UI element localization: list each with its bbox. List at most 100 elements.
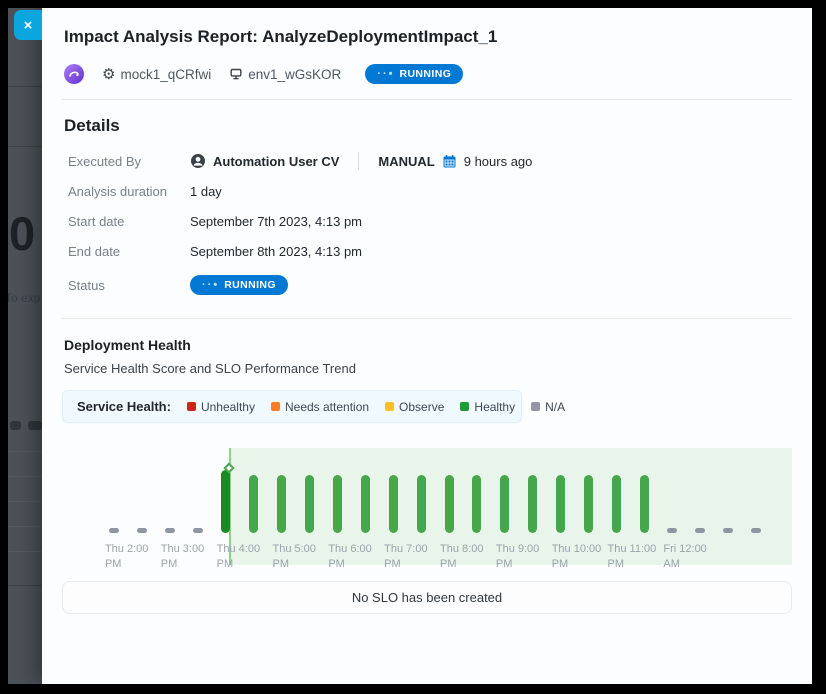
executed-by-user: Automation User CV xyxy=(213,154,339,169)
underlay-divider xyxy=(8,585,42,586)
na-dash[interactable] xyxy=(137,528,147,533)
health-score-bar[interactable] xyxy=(389,475,398,533)
detail-label: Analysis duration xyxy=(68,184,190,199)
legend-item: N/A xyxy=(531,400,565,414)
health-score-bar[interactable] xyxy=(305,475,314,533)
health-score-bar[interactable] xyxy=(612,475,621,533)
underlay-stat-number: 0 xyxy=(9,206,34,261)
chart-slot xyxy=(295,433,323,533)
underlay-row-line xyxy=(8,526,42,527)
chart-slot xyxy=(240,433,268,533)
chart-slot xyxy=(742,433,770,533)
chart-slot: Thu 11:00PM xyxy=(603,433,631,533)
detail-row-start-date: Start date September 7th 2023, 4:13 pm xyxy=(68,206,790,236)
underlay-divider xyxy=(8,146,42,147)
health-score-bar[interactable] xyxy=(249,475,258,533)
detail-label: End date xyxy=(68,244,190,259)
report-meta-row: ⚙ mock1_qCRfwi env1_wGsKOR ··• xyxy=(62,47,792,85)
close-drawer-button[interactable]: × xyxy=(14,10,42,40)
health-score-bar[interactable] xyxy=(221,470,230,533)
environment-icon xyxy=(229,67,243,81)
legend-item: Healthy xyxy=(460,400,515,414)
health-score-bar[interactable] xyxy=(361,475,370,533)
legend-swatch xyxy=(531,402,540,411)
detail-row-status: Status ··• RUNNING xyxy=(68,270,790,300)
na-dash[interactable] xyxy=(695,528,705,533)
details-heading: Details xyxy=(62,100,792,136)
user-avatar-icon xyxy=(190,153,206,169)
chart-slot: Thu 9:00PM xyxy=(491,433,519,533)
vertical-separator xyxy=(358,152,359,170)
legend-label: Needs attention xyxy=(285,400,369,414)
underlay-tab-shape xyxy=(28,421,42,430)
badge-loading-dots: ··• xyxy=(202,279,219,291)
service-chip: ⚙ mock1_qCRfwi xyxy=(102,67,211,82)
slo-empty-state: No SLO has been created xyxy=(62,581,792,614)
report-title: Impact Analysis Report: AnalyzeDeploymen… xyxy=(62,8,792,47)
health-score-bar[interactable] xyxy=(500,475,509,533)
service-health-legend: Service Health: UnhealthyNeeds attention… xyxy=(62,390,522,423)
na-dash[interactable] xyxy=(193,528,203,533)
chart-slot xyxy=(351,433,379,533)
health-score-bar[interactable] xyxy=(417,475,426,533)
duration-value: 1 day xyxy=(190,184,222,199)
chart-slot xyxy=(714,433,742,533)
health-score-bar[interactable] xyxy=(333,475,342,533)
chart-slot xyxy=(519,433,547,533)
legend-label: Observe xyxy=(399,400,444,414)
chart-slot xyxy=(575,433,603,533)
x-axis-tick-label: Thu 3:00PM xyxy=(161,542,204,572)
environment-name: env1_wGsKOR xyxy=(248,67,341,82)
na-dash[interactable] xyxy=(109,528,119,533)
health-score-bar[interactable] xyxy=(528,475,537,533)
x-axis-tick-label: Thu 10:00PM xyxy=(552,542,602,572)
slo-empty-message: No SLO has been created xyxy=(352,590,502,605)
deployment-health-subtitle: Service Health Score and SLO Performance… xyxy=(62,353,792,376)
na-dash[interactable] xyxy=(723,528,733,533)
environment-chip: env1_wGsKOR xyxy=(229,67,341,82)
x-axis-tick-label: Thu 8:00PM xyxy=(440,542,483,572)
chart-slot xyxy=(407,433,435,533)
health-score-bar[interactable] xyxy=(584,475,593,533)
na-dash[interactable] xyxy=(751,528,761,533)
executed-time: 9 hours ago xyxy=(464,154,533,169)
badge-label: RUNNING xyxy=(224,279,276,291)
chart-slot xyxy=(184,433,212,533)
legend-swatch xyxy=(187,402,196,411)
screenshot-frame: 0 To exp × Impact Analysis Report: Analy… xyxy=(0,0,826,694)
health-score-bar[interactable] xyxy=(472,475,481,533)
underlay-divider xyxy=(8,86,42,87)
chart-slot: Fri 12:00AM xyxy=(658,433,686,533)
detail-row-executed-by: Executed By Automation User CV MANUAL xyxy=(68,146,790,176)
chart-slot xyxy=(686,433,714,533)
end-date-value: September 8th 2023, 4:13 pm xyxy=(190,244,362,259)
chart-slots: Thu 2:00PMThu 3:00PMThu 4:00PMThu 5:00PM… xyxy=(100,433,770,533)
health-score-bar[interactable] xyxy=(445,475,454,533)
health-score-bar[interactable] xyxy=(277,475,286,533)
x-axis-tick-label: Thu 6:00PM xyxy=(328,542,371,572)
chart-slot: Thu 6:00PM xyxy=(323,433,351,533)
details-grid: Executed By Automation User CV MANUAL xyxy=(62,136,792,304)
x-axis-tick-label: Thu 7:00PM xyxy=(384,542,427,572)
chart-slot: Thu 10:00PM xyxy=(547,433,575,533)
chart-slot: Thu 8:00PM xyxy=(435,433,463,533)
trigger-type: MANUAL xyxy=(378,154,434,169)
na-dash[interactable] xyxy=(165,528,175,533)
underlay-row-line xyxy=(8,451,42,452)
gear-icon: ⚙ xyxy=(102,67,115,82)
legend-item: Observe xyxy=(385,400,444,414)
underlay-partial-text: To exp xyxy=(8,291,40,305)
health-score-bar[interactable] xyxy=(640,475,649,533)
status-running-badge: ··• RUNNING xyxy=(190,275,288,295)
x-axis-tick-label: Thu 2:00PM xyxy=(105,542,148,572)
x-axis-tick-label: Fri 12:00AM xyxy=(663,542,706,572)
underlay-row-line xyxy=(8,501,42,502)
underlay-row-line xyxy=(8,551,42,552)
na-dash[interactable] xyxy=(667,528,677,533)
legend-label: N/A xyxy=(545,400,565,414)
close-icon: × xyxy=(24,17,33,34)
legend-label: Healthy xyxy=(474,400,515,414)
health-score-bar[interactable] xyxy=(556,475,565,533)
dimmed-background-page: 0 To exp xyxy=(8,8,42,684)
detail-label: Status xyxy=(68,278,190,293)
